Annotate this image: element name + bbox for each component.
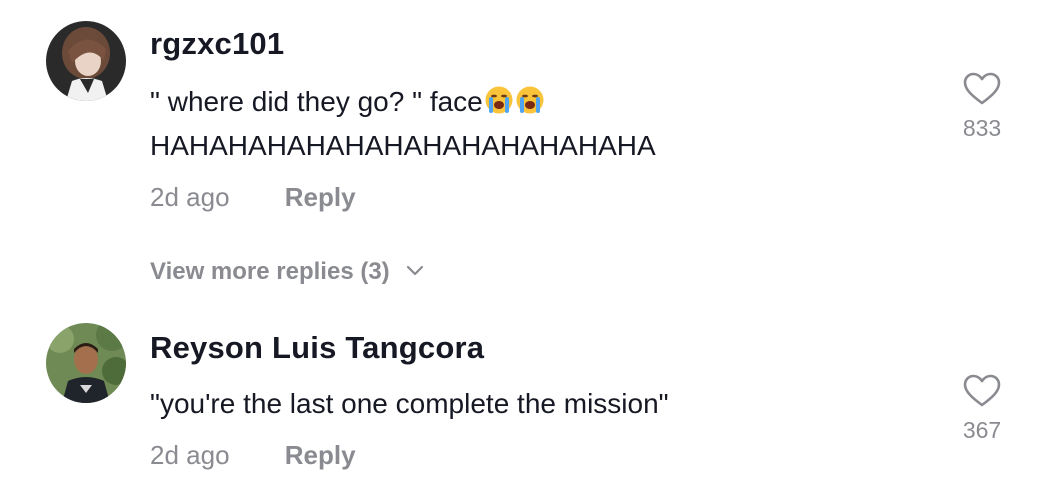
comment-meta: 2d ago Reply xyxy=(150,440,356,471)
comment-username[interactable]: Reyson Luis Tangcora xyxy=(150,330,484,366)
like-button[interactable]: 367 xyxy=(952,374,1012,444)
comment-text-line: HAHAHAHAHAHAHAHAHAHAHAHAHA xyxy=(150,130,656,161)
avatar[interactable] xyxy=(46,21,126,101)
reply-button[interactable]: Reply xyxy=(285,440,356,471)
like-count: 367 xyxy=(962,417,1002,443)
like-button[interactable]: 833 xyxy=(952,72,1012,142)
comment-timestamp: 2d ago xyxy=(150,440,230,470)
comment-username[interactable]: rgzxc101 xyxy=(150,26,284,62)
comment-text: " where did they go? " face HAHAHAHAHAHA… xyxy=(150,80,656,168)
loudly-crying-face-icon xyxy=(484,84,514,114)
comment-text: "you're the last one complete the missio… xyxy=(150,382,669,426)
comment-text-line: " where did they go? " face xyxy=(150,80,656,124)
avatar[interactable] xyxy=(46,323,126,403)
loudly-crying-face-icon xyxy=(515,84,545,114)
heart-icon xyxy=(963,72,1001,110)
view-more-replies-button[interactable]: View more replies (3) xyxy=(150,256,424,286)
reply-button[interactable]: Reply xyxy=(285,182,356,213)
view-more-replies-label: View more replies (3) xyxy=(150,258,390,285)
chevron-down-icon xyxy=(406,256,424,284)
comment-meta: 2d ago Reply xyxy=(150,182,356,213)
comment-timestamp: 2d ago xyxy=(150,182,230,212)
like-count: 833 xyxy=(962,115,1002,141)
comment-text-part: " where did they go? " face xyxy=(150,86,483,117)
heart-icon xyxy=(963,374,1001,412)
comment-text-line: "you're the last one complete the missio… xyxy=(150,388,669,419)
